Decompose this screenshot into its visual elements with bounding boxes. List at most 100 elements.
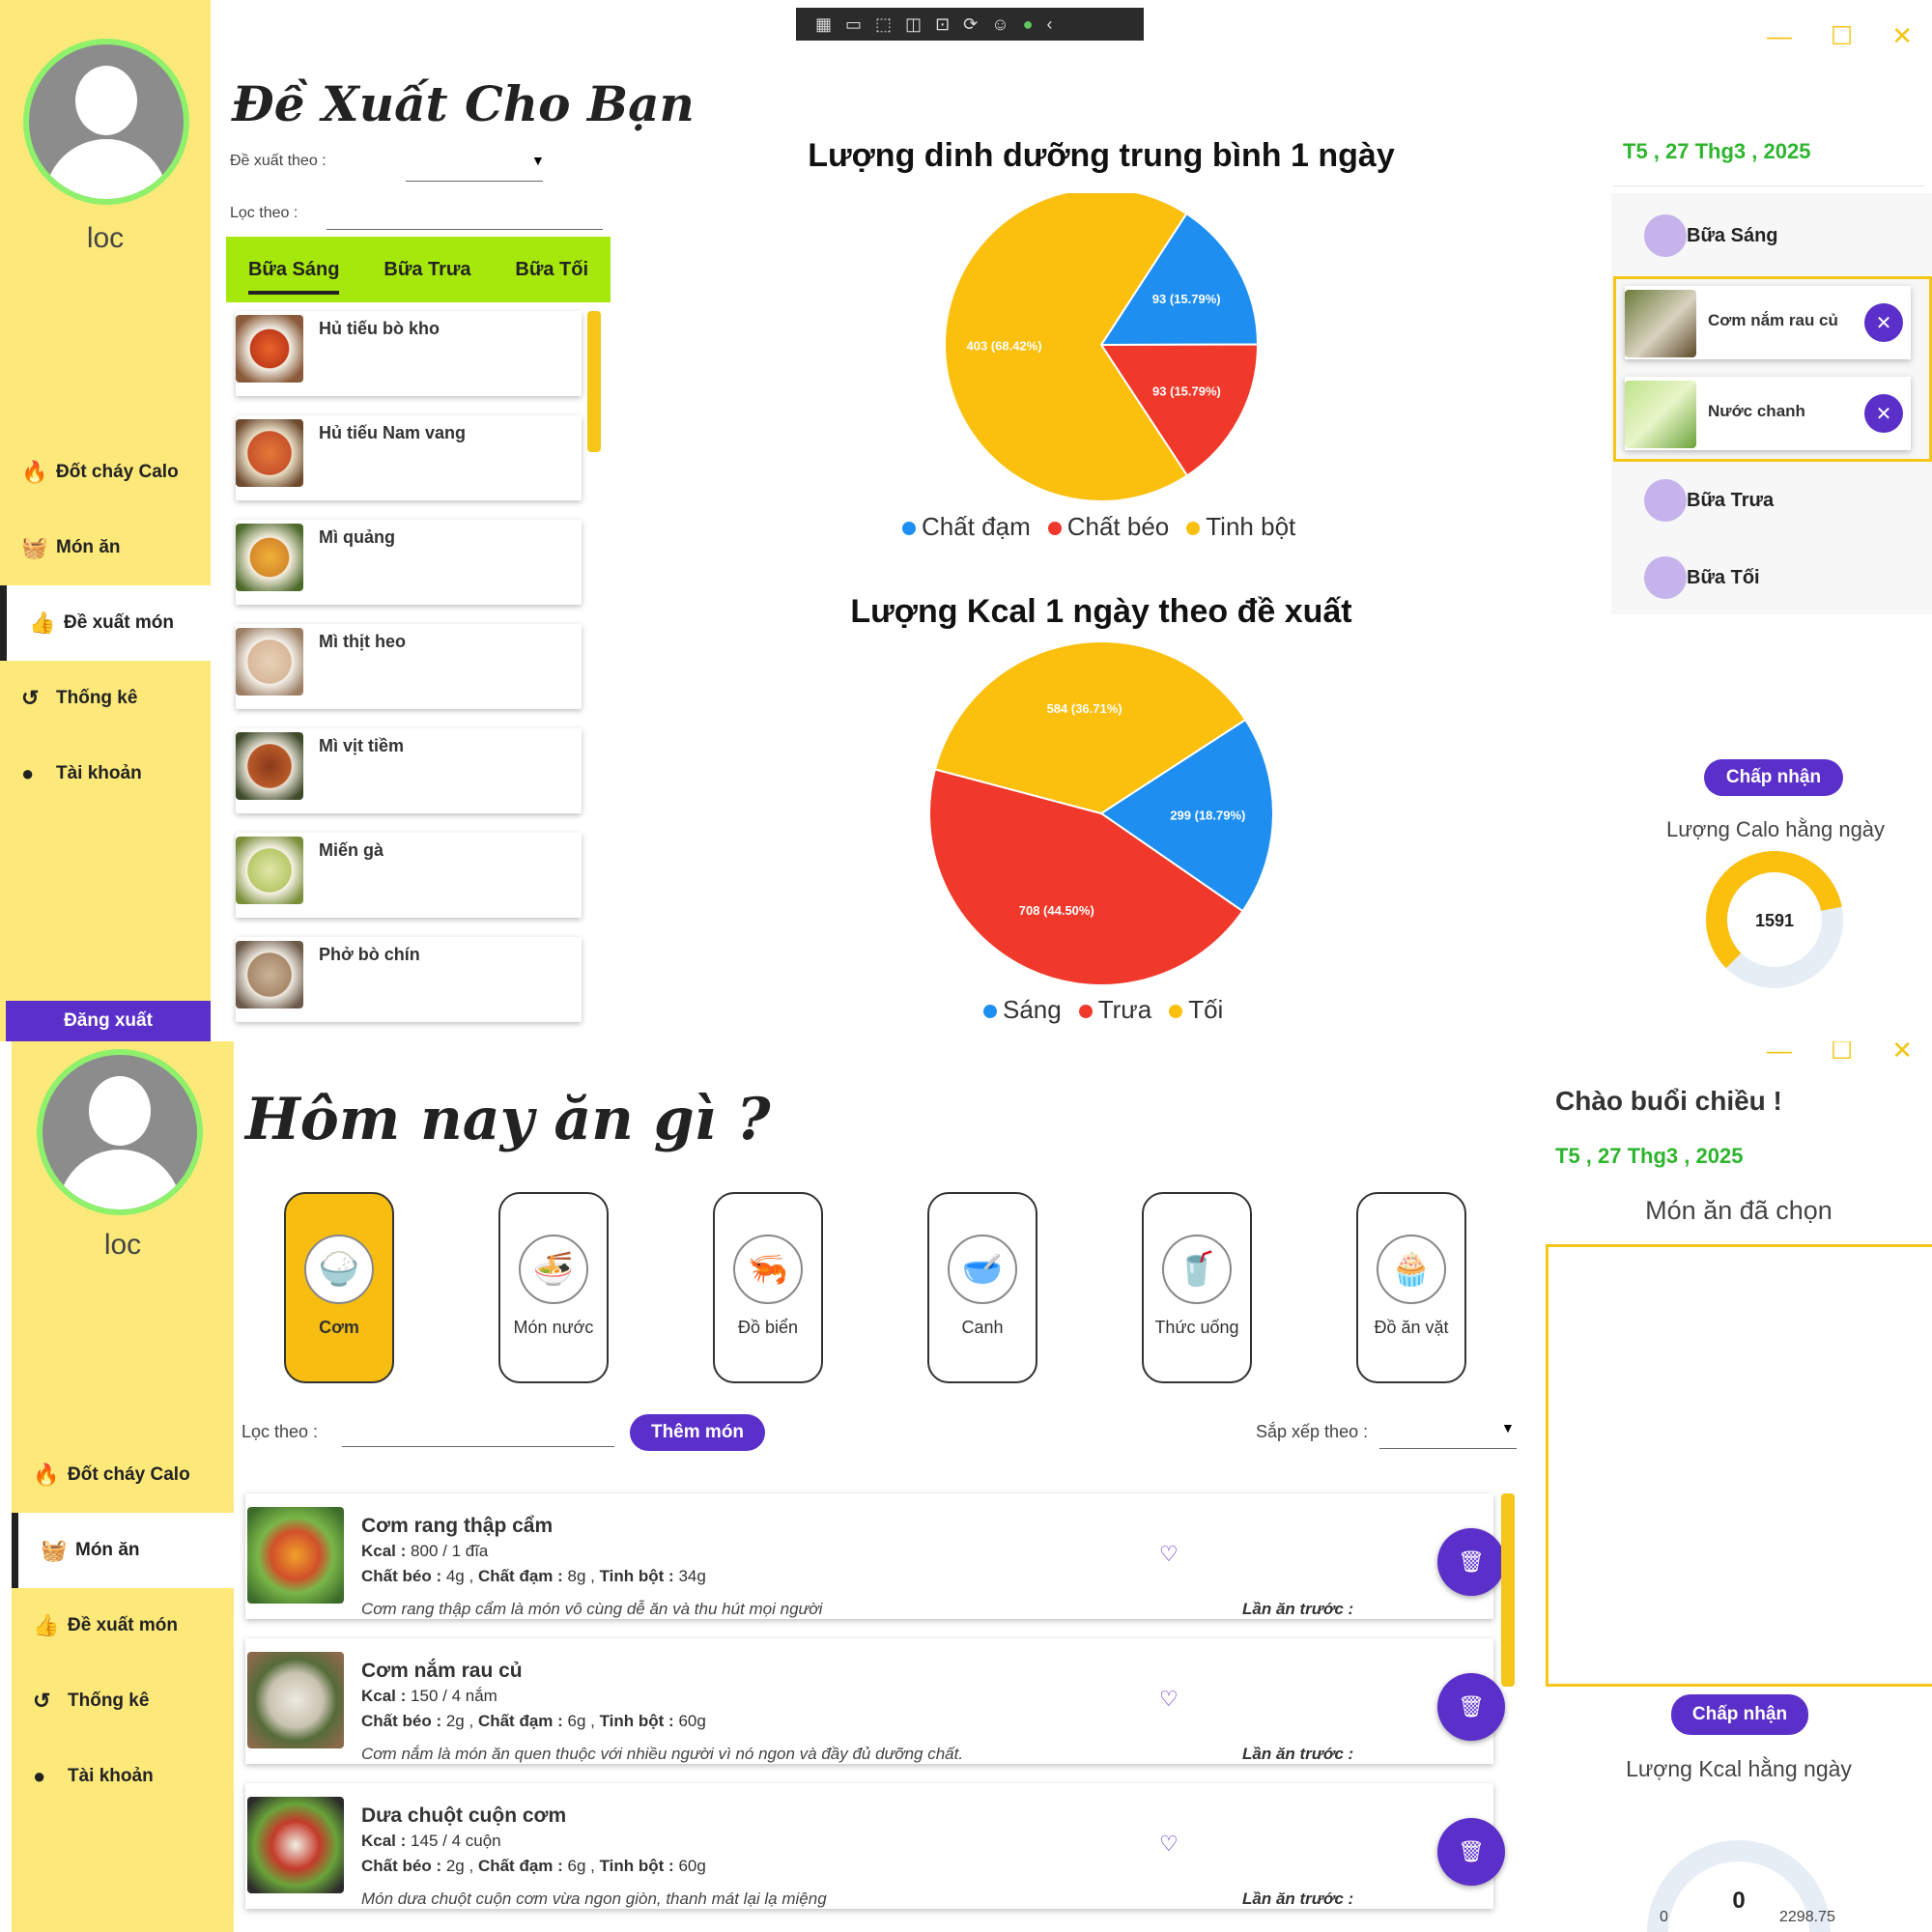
meal-lunch[interactable]: Bữa Trưa <box>1644 479 1774 522</box>
food-card[interactable]: Miến gà <box>236 833 582 918</box>
filter-input[interactable] <box>342 1428 614 1447</box>
dish-thumbnail <box>1625 381 1696 448</box>
nav-label: Thống kê <box>68 1690 150 1711</box>
food-card[interactable]: Hủ tiếu Nam vang <box>236 415 582 500</box>
nav-label: Thống kê <box>56 688 138 708</box>
category-cupcake[interactable]: 🧁 Đồ ăn vặt <box>1356 1192 1466 1383</box>
nav-item-suggestions[interactable]: 👍 Đề xuất món <box>12 1588 234 1663</box>
carb-value: 34g <box>678 1567 706 1585</box>
carb-label: Tinh bột : <box>599 1712 674 1730</box>
accessibility-icon[interactable]: ☺ <box>991 14 1009 35</box>
dish-name: Cơm nắm rau củ <box>361 1660 523 1682</box>
filter-label: Lọc theo : <box>230 205 298 221</box>
window-controls: — ☐ ✕ <box>1767 21 1913 51</box>
nav-item-account[interactable]: ● Tài khoản <box>12 1739 234 1814</box>
nav-item-suggestions[interactable]: 👍 Đề xuất món <box>0 585 211 661</box>
username: loc <box>103 1229 142 1261</box>
logout-button[interactable]: Đăng xuất <box>6 1001 211 1041</box>
chevron-down-icon[interactable]: ▼ <box>1501 1420 1515 1435</box>
nav-label: Món ăn <box>75 1540 140 1560</box>
remove-button[interactable]: ✕ <box>1864 394 1903 433</box>
layout-adorner-icon[interactable]: ◫ <box>905 14 922 35</box>
collapse-icon[interactable]: ‹ <box>1047 14 1053 35</box>
select-element-icon[interactable]: ⬚ <box>875 14 892 35</box>
category-soup[interactable]: 🥣 Canh <box>927 1192 1037 1383</box>
food-card[interactable]: Mì thịt heo <box>236 624 582 709</box>
minimize-icon[interactable]: — <box>1767 21 1792 51</box>
nav-item-statistics[interactable]: ↺ Thống kê <box>0 661 211 736</box>
history-icon: ↺ <box>33 1689 51 1713</box>
food-card[interactable]: Mì vịt tiềm <box>236 728 582 813</box>
avatar[interactable] <box>37 1049 203 1215</box>
food-card[interactable]: Hủ tiếu bò kho <box>236 311 582 396</box>
filter-input[interactable] <box>327 211 603 230</box>
debug-toolbar[interactable]: ▦ ▭ ⬚ ◫ ⊡ ⟳ ☺ ● ‹ <box>796 8 1144 41</box>
category-rice-bowl[interactable]: 🍚 Cơm <box>284 1192 394 1383</box>
food-card[interactable]: Phở bò chín <box>236 937 582 1022</box>
heart-icon[interactable]: ♡ <box>1159 1832 1179 1857</box>
track-focus-icon[interactable]: ⊡ <box>935 14 950 35</box>
last-eaten-label: Lần ăn trước : <box>1242 1600 1354 1618</box>
food-name: Phở bò chín <box>319 945 420 964</box>
meal-dinner[interactable]: Bữa Tối <box>1644 556 1760 599</box>
live-tree-icon[interactable]: ▦ <box>815 14 832 35</box>
dish-name: Dưa chuột cuộn cơm <box>361 1804 567 1827</box>
legend-item: Tối <box>1169 995 1223 1025</box>
minimize-icon[interactable]: — <box>1767 1041 1792 1065</box>
tab-lunch[interactable]: Bữa Trưa <box>384 259 470 281</box>
dish-card[interactable]: Dưa chuột cuộn cơm Kcal : 145 / 4 cuộn Chấ… <box>245 1783 1505 1909</box>
protein-value: 6g <box>567 1857 586 1875</box>
delete-button[interactable]: 🗑 <box>1437 1818 1505 1886</box>
accept-button[interactable]: Chấp nhận <box>1704 759 1843 796</box>
category-noodle-bowl[interactable]: 🍜 Món nước <box>498 1192 609 1383</box>
protein-label: Chất đạm : <box>477 1567 563 1585</box>
close-icon[interactable]: ✕ <box>1891 1041 1913 1065</box>
remove-button[interactable]: ✕ <box>1864 303 1903 342</box>
category-drink[interactable]: 🥤 Thức uống <box>1142 1192 1252 1383</box>
tab-breakfast[interactable]: Bữa Sáng <box>247 259 340 295</box>
delete-button[interactable]: 🗑 <box>1437 1673 1505 1741</box>
heart-icon[interactable]: ♡ <box>1159 1687 1179 1712</box>
fat-value: 4g <box>445 1567 465 1585</box>
suggest-by-select[interactable] <box>406 162 543 182</box>
dish-macros: Chất béo : 4g , Chất đạm : 8g , Tinh bột… <box>361 1567 706 1585</box>
seafood-icon: 🦐 <box>733 1235 803 1304</box>
food-basket-icon: 🧺 <box>41 1538 68 1562</box>
food-card[interactable]: Mì quảng <box>236 520 582 605</box>
selected-title: Món ăn đã chọn <box>1645 1196 1833 1225</box>
nav-item-dishes[interactable]: 🧺 Món ăn <box>12 1513 234 1588</box>
dish-card[interactable]: Cơm nắm rau củ Kcal : 150 / 4 nắm Chất béo… <box>245 1638 1505 1764</box>
category-seafood[interactable]: 🦐 Đồ biển <box>713 1192 823 1383</box>
nav-item-dishes[interactable]: 🧺 Món ăn <box>0 510 211 585</box>
food-name: Mì thịt heo <box>319 632 406 651</box>
maximize-icon[interactable]: ☐ <box>1831 1041 1853 1065</box>
avatar[interactable] <box>23 39 189 205</box>
dish-card[interactable]: Cơm rang thập cẩm Kcal : 800 / 1 đĩa Chất … <box>245 1493 1505 1619</box>
add-dish-button[interactable]: Thêm món <box>630 1414 765 1451</box>
food-name: Mì vịt tiềm <box>319 736 405 755</box>
nav-item-account[interactable]: ● Tài khoản <box>0 736 211 811</box>
accept-button[interactable]: Chấp nhận <box>1671 1694 1808 1735</box>
meal-breakfast[interactable]: Bữa Sáng <box>1644 214 1778 257</box>
delete-button[interactable]: 🗑 <box>1437 1528 1505 1596</box>
maximize-icon[interactable]: ☐ <box>1831 21 1853 51</box>
food-list-scrollbar[interactable] <box>587 311 601 452</box>
carb-label: Tinh bột : <box>599 1857 674 1875</box>
close-icon[interactable]: ✕ <box>1891 21 1913 51</box>
video-icon[interactable]: ▭ <box>845 14 862 35</box>
chevron-down-icon[interactable]: ▼ <box>531 153 545 168</box>
greeting: Chào buổi chiều ! <box>1555 1086 1782 1116</box>
slice-label: 584 (36.71%) <box>1047 701 1122 716</box>
tab-dinner[interactable]: Bữa Tối <box>515 259 588 281</box>
nav-item-burn-calories[interactable]: 🔥 Đốt cháy Calo <box>12 1437 234 1513</box>
selected-dish[interactable]: Nước chanh ✕ <box>1625 377 1911 450</box>
hot-reload-icon[interactable]: ⟳ <box>963 14 978 35</box>
heart-icon[interactable]: ♡ <box>1159 1542 1179 1567</box>
nav-item-burn-calories[interactable]: 🔥 Đốt cháy Calo <box>0 435 211 510</box>
selected-dish[interactable]: Cơm nắm rau củ ✕ <box>1625 286 1911 359</box>
nav-item-statistics[interactable]: ↺ Thống kê <box>12 1663 234 1739</box>
check-icon[interactable]: ● <box>1023 14 1034 35</box>
sort-select[interactable] <box>1379 1430 1517 1449</box>
dish-list-scrollbar[interactable] <box>1501 1493 1515 1687</box>
food-thumbnail <box>236 419 303 487</box>
